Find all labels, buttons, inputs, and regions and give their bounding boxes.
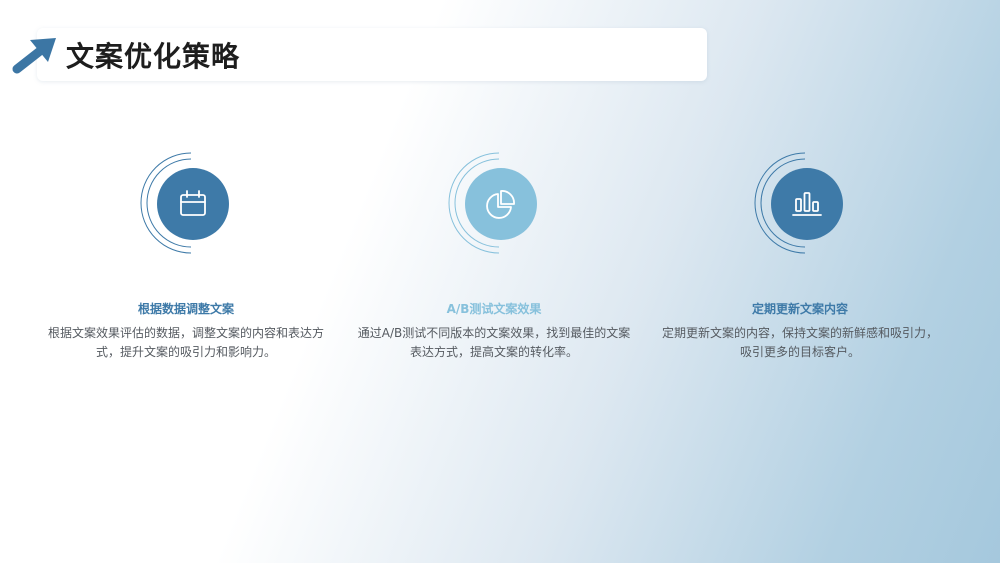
strategy-card-ab-test: A/B测试文案效果 通过A/B测试不同版本的文案效果，找到最佳的文案表达方式，提… xyxy=(344,150,644,380)
icon-circle xyxy=(771,168,843,240)
card-description: 定期更新文案的内容，保持文案的新鲜感和吸引力，吸引更多的目标客户。 xyxy=(662,326,939,359)
arrow-up-right-icon xyxy=(12,38,56,74)
card-graphic xyxy=(140,152,229,254)
icon-circle xyxy=(157,168,229,240)
page-title: 文案优化策略 xyxy=(66,40,241,73)
card-graphic xyxy=(754,152,843,254)
strategy-card-update-content: 定期更新文案内容 定期更新文案的内容，保持文案的新鲜感和吸引力，吸引更多的目标客… xyxy=(650,150,950,380)
card-heading: 定期更新文案内容 xyxy=(751,302,848,316)
card-description: 根据文案效果评估的数据，调整文案的内容和表达方式，提升文案的吸引力和影响力。 xyxy=(48,326,325,359)
strategy-card-data-adjust: 根据数据调整文案 根据文案效果评估的数据，调整文案的内容和表达方式，提升文案的吸… xyxy=(36,150,336,380)
card-heading: 根据数据调整文案 xyxy=(137,302,234,316)
card-graphic xyxy=(448,152,537,254)
card-description: 通过A/B测试不同版本的文案效果，找到最佳的文案表达方式，提高文案的转化率。 xyxy=(357,326,631,359)
card-heading: A/B测试文案效果 xyxy=(446,302,542,316)
